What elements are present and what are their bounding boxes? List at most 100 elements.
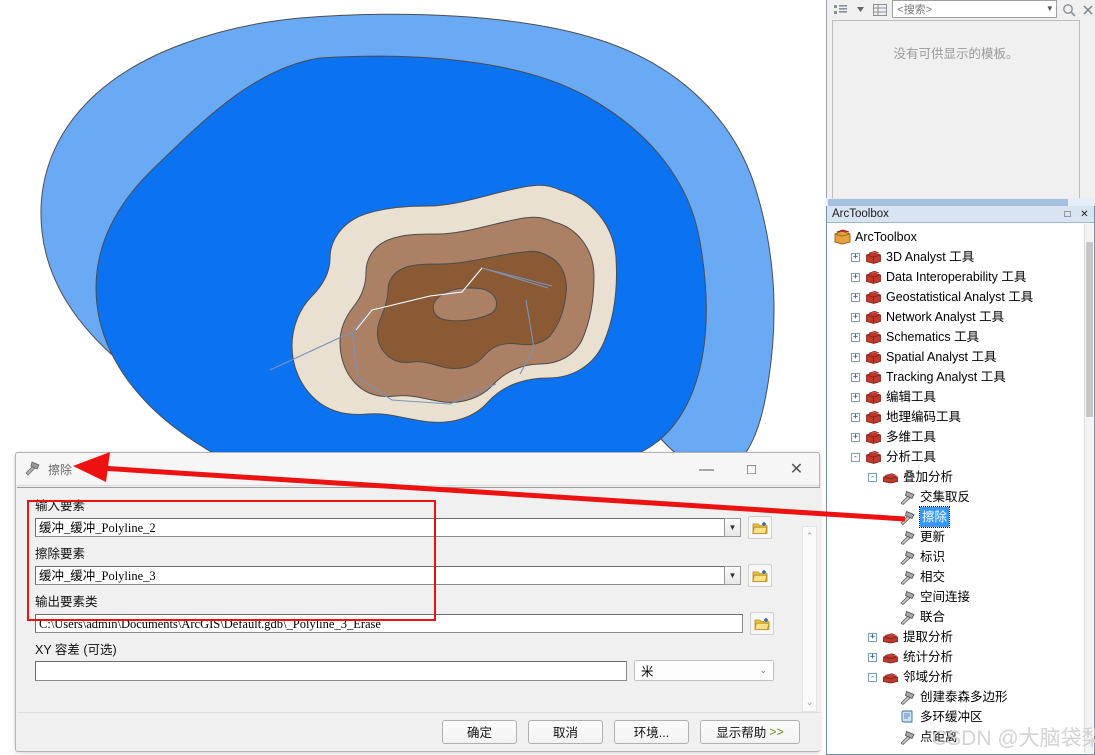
tree-item-9[interactable]: + 地理编码工具 [828,407,1086,427]
dialog-vertical-scrollbar[interactable]: ⌃ ⌄ [802,526,817,712]
expand-icon[interactable]: + [851,312,860,322]
button-label: 环境... [633,726,670,740]
tree-item-15[interactable]: 更新 [828,527,1086,547]
tree-item-18[interactable]: 空间连接 [828,587,1086,607]
input-features-row: 缓冲_缓冲_Polyline_2 ▼ [35,516,820,539]
expand-icon[interactable]: + [851,252,860,262]
toolbox-icon [865,349,882,365]
xy-tolerance-label: XY 容差 (可选) [35,643,117,657]
erase-dialog-body: 输入要素 缓冲_缓冲_Polyline_2 ▼ 擦除要素 缓冲_缓冲_Polyl… [17,487,820,715]
tree-item-23[interactable]: 创建泰森多边形 [828,687,1086,707]
tree-item-16[interactable]: 标识 [828,547,1086,567]
erase-features-browse-button[interactable] [748,564,772,587]
minimize-button[interactable]: — [684,453,729,485]
scrollbar-thumb[interactable] [828,199,1068,206]
tree-item-label: 叠加分析 [903,470,954,484]
input-features-dropdown-arrow[interactable]: ▼ [724,518,741,537]
expand-icon[interactable]: + [851,392,860,402]
expand-icon[interactable]: + [851,332,860,342]
expand-icon[interactable]: + [851,432,860,442]
output-feature-class-input[interactable]: C:\Users\admin\Documents\ArcGIS\Default.… [35,614,743,633]
tree-item-20[interactable]: + 提取分析 [828,627,1086,647]
expand-icon[interactable]: + [851,272,860,282]
maximize-icon[interactable]: □ [1060,207,1075,221]
tree-item-5[interactable]: + Schematics 工具 [828,327,1086,347]
close-icon[interactable] [1080,1,1095,18]
grid-view-icon[interactable] [872,1,889,18]
collapse-icon[interactable]: - [868,472,877,482]
xy-tolerance-unit-select[interactable]: 米 ⌄ [634,660,774,681]
close-button[interactable]: ✕ [774,453,819,485]
ok-button[interactable]: 确定 [442,719,517,744]
collapse-icon[interactable]: - [868,672,877,682]
template-list-area: 没有可供显示的模板。 [832,20,1080,202]
arctoolbox-vertical-scrollbar[interactable] [1084,224,1093,753]
tree-item-21[interactable]: + 统计分析 [828,647,1086,667]
tree-item-24[interactable]: 多环缓冲区 [828,707,1086,727]
tree-item-label: Data Interoperability 工具 [886,270,1027,284]
tree-item-label: 标识 [920,550,946,564]
tree-item-17[interactable]: 相交 [828,567,1086,587]
create-features-panel: <搜索> ▼ 没有可供显示的模板。 [826,0,1095,205]
tree-item-11[interactable]: - 分析工具 [828,447,1086,467]
expand-icon[interactable]: + [868,632,877,642]
scrollbar-thumb[interactable] [1086,242,1093,417]
tree-item-12[interactable]: - 叠加分析 [828,467,1086,487]
tree-item-label: 地理编码工具 [886,410,962,424]
tree-item-3[interactable]: + Geostatistical Analyst 工具 [828,287,1086,307]
tool-script-icon [899,709,916,725]
search-input[interactable]: <搜索> ▼ [892,0,1057,18]
input-features-input[interactable]: 缓冲_缓冲_Polyline_2 [35,518,725,537]
chevron-down-icon[interactable]: ⌄ [759,665,767,676]
toolbox-icon [865,289,882,305]
tree-item-22[interactable]: - 邻域分析 [828,667,1086,687]
tree-item-10[interactable]: + 多维工具 [828,427,1086,447]
environments-button[interactable]: 环境... [614,719,689,744]
list-view-icon[interactable] [833,1,849,18]
input-features-browse-button[interactable] [748,516,772,539]
input-features-label: 输入要素 [35,499,86,513]
button-suffix: >> [769,724,784,739]
magnifier-icon[interactable] [1060,1,1077,18]
expand-icon[interactable]: + [851,372,860,382]
tool-hammer-icon [899,509,916,526]
erase-features-dropdown-arrow[interactable]: ▼ [724,566,741,585]
tree-item-8[interactable]: + 编辑工具 [828,387,1086,407]
tree-item-6[interactable]: + Spatial Analyst 工具 [828,347,1086,367]
maximize-button[interactable]: □ [729,453,774,485]
tree-item-4[interactable]: + Network Analyst 工具 [828,307,1086,327]
expand-icon[interactable]: + [851,352,860,362]
cancel-button[interactable]: 取消 [528,719,603,744]
tree-item-14[interactable]: 擦除 [828,506,1086,528]
button-label: 显示帮助 [716,726,767,740]
tree-item-1[interactable]: +3D Analyst 工具 [828,247,1086,267]
expand-icon[interactable]: + [851,292,860,302]
collapse-icon[interactable]: - [851,452,860,462]
tree-item-25[interactable]: 点距离 [828,727,1086,747]
expand-icon[interactable]: + [851,412,860,422]
tree-item-7[interactable]: + Tracking Analyst 工具 [828,367,1086,387]
expand-icon[interactable]: + [868,652,877,662]
scroll-up-icon[interactable]: ⌃ [803,529,816,543]
tree-item-label: Network Analyst 工具 [886,310,1005,324]
erase-features-input[interactable]: 缓冲_缓冲_Polyline_3 [35,566,725,585]
toolbox-icon [865,449,882,465]
chevron-down-icon[interactable]: ▼ [1046,4,1054,13]
tree-item-13[interactable]: 交集取反 [828,487,1086,507]
close-icon[interactable]: ✕ [1077,207,1092,221]
erase-dialog-titlebar[interactable]: 擦除 — □ ✕ [16,453,819,486]
scroll-down-icon[interactable]: ⌄ [803,695,816,709]
tree-item-label: 统计分析 [903,650,954,664]
chevron-down-icon[interactable] [853,1,869,18]
output-feature-class-row: C:\Users\admin\Documents\ArcGIS\Default.… [35,612,820,635]
tree-item-arctoolbox-root[interactable]: ArcToolbox [828,227,1086,247]
tree-item-2[interactable]: + Data Interoperability 工具 [828,267,1086,287]
show-help-button[interactable]: 显示帮助 >> [700,719,800,744]
arctoolbox-tree[interactable]: ArcToolbox +3D Analyst 工具 + Data Interoper… [828,224,1086,753]
tree-item-19[interactable]: 联合 [828,607,1086,627]
tree-item-label: Schematics 工具 [886,330,980,344]
tree-item-label: 3D Analyst 工具 [886,250,975,264]
xy-tolerance-input[interactable] [35,660,627,681]
tool-hammer-icon [899,689,916,706]
output-feature-class-browse-button[interactable] [750,612,774,635]
